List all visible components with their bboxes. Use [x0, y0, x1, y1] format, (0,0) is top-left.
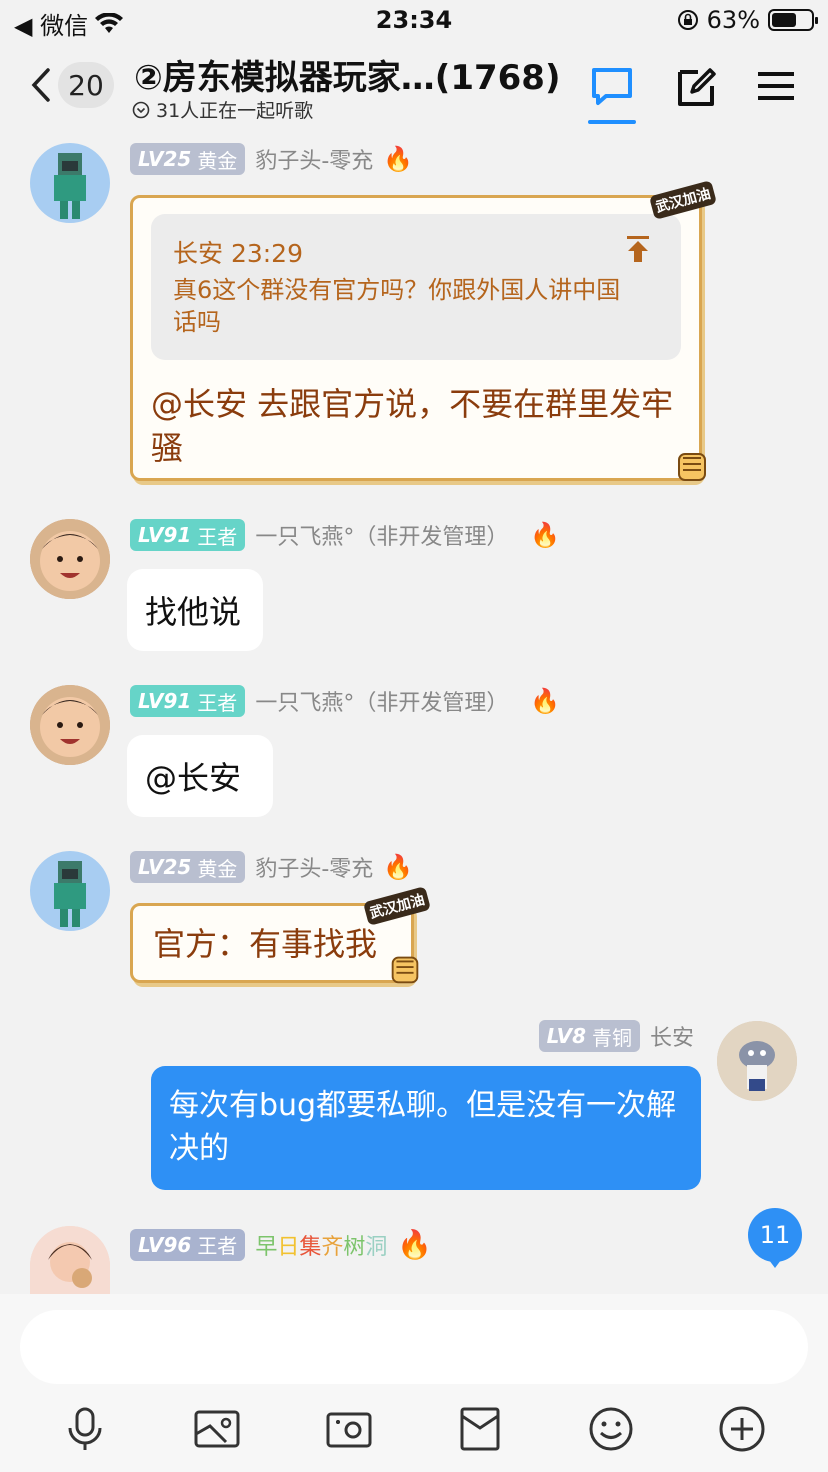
quote-text: 真6这个群没有官方吗？你跟外国人讲中国话吗 — [173, 276, 621, 336]
sender-meta: LV25 黄金 豹子头-零充 🔥 — [130, 851, 413, 883]
rank-text: 黄金 — [197, 148, 238, 173]
jump-to-quote-icon[interactable] — [623, 234, 653, 264]
status-bar: ◀ 微信 23:34 63% — [0, 0, 828, 42]
battery-fill — [772, 13, 796, 27]
level-badge: LV91 王者 — [130, 685, 246, 717]
unread-back-count: 20 — [58, 62, 114, 108]
sender-name-char: 洞 — [365, 1234, 388, 1260]
rank-text: 黄金 — [197, 856, 238, 881]
avatar[interactable] — [30, 1226, 110, 1294]
fire-icon: 🔥 — [397, 1228, 433, 1261]
sender-name[interactable]: 豹子头-零充 — [255, 143, 373, 175]
fist-sticker-icon — [391, 956, 419, 984]
message-text: 找他说 — [145, 593, 242, 631]
message-bubble[interactable]: @长安 — [127, 735, 273, 817]
menu-icon[interactable] — [752, 62, 800, 110]
sender-name[interactable]: 一只飞燕°（非开发管理） — [255, 519, 508, 551]
sender-name-colorful[interactable]: 早日集齐树洞 — [255, 1229, 387, 1261]
listening-status[interactable]: 31人正在一起听歌 — [132, 96, 313, 123]
sender-meta: LV96 王者 早日集齐树洞 🔥 — [130, 1228, 432, 1261]
level-text: LV91 — [138, 689, 192, 713]
rank-text: 王者 — [197, 524, 238, 549]
sender-meta: LV25 黄金 豹子头-零充 🔥 — [130, 143, 413, 175]
camera-icon[interactable] — [324, 1404, 374, 1454]
level-text: LV91 — [138, 523, 192, 547]
quoted-message[interactable]: 长安 23:29 真6这个群没有官方吗？你跟外国人讲中国话吗 — [151, 214, 681, 360]
message-text: @长安 — [145, 759, 242, 797]
sender-name-char: 集 — [299, 1234, 322, 1260]
active-tab-indicator — [588, 120, 636, 124]
level-badge: LV96 王者 — [130, 1228, 246, 1261]
fire-icon: 🔥 — [383, 145, 414, 173]
group-title[interactable]: ②房东模拟器玩家…(1768) — [134, 50, 561, 99]
rank-text: 王者 — [197, 1234, 238, 1258]
fire-icon: 🔥 — [530, 687, 561, 715]
chevron-left-icon — [31, 68, 50, 102]
avatar[interactable] — [30, 851, 110, 931]
chevron-circle-icon — [132, 101, 150, 118]
level-text: LV96 — [138, 1232, 192, 1257]
message-bubble[interactable]: 找他说 — [127, 569, 263, 651]
sender-name[interactable]: 长安 — [650, 1020, 694, 1052]
edit-icon[interactable] — [672, 62, 720, 110]
level-text: LV25 — [138, 147, 192, 171]
unread-messages-badge[interactable]: 11 — [748, 1208, 802, 1268]
message-text: 每次有bug都要私聊。但是没有一次解决的 — [169, 1088, 677, 1166]
message-bubble-reply[interactable]: 长安 23:29 真6这个群没有官方吗？你跟外国人讲中国话吗 @长安 去跟官方说… — [130, 180, 718, 481]
baby-avatar-icon — [30, 685, 110, 765]
avatar[interactable] — [30, 685, 110, 765]
sticker-label: 武汉加油 — [648, 180, 718, 220]
chat-bubble-icon[interactable] — [588, 62, 636, 110]
sender-name[interactable]: 一只飞燕°（非开发管理） — [255, 685, 508, 717]
level-badge: LV25 黄金 — [130, 143, 246, 175]
message-text: 官方：有事找我 — [153, 925, 378, 963]
level-badge: LV91 王者 — [130, 519, 246, 551]
back-button[interactable]: 20 — [30, 62, 122, 108]
quote-author-time: 长安 23:29 — [173, 239, 303, 268]
fire-icon: 🔥 — [530, 521, 561, 549]
avatar[interactable] — [30, 143, 110, 223]
plus-icon[interactable] — [717, 1404, 767, 1454]
fire-icon: 🔥 — [383, 853, 414, 881]
battery-icon — [768, 9, 818, 31]
message-bubble-sticker[interactable]: 官方：有事找我 武汉加油 — [130, 886, 432, 984]
sender-name-char: 齐 — [321, 1234, 344, 1260]
microphone-icon[interactable] — [60, 1404, 110, 1454]
battery-percent: 63% — [706, 6, 760, 34]
sender-name-char: 日 — [277, 1234, 300, 1260]
cartoon-cat-avatar-icon — [717, 1021, 797, 1101]
girl-avatar-icon — [30, 1226, 110, 1294]
avatar[interactable] — [30, 519, 110, 599]
message-bubble-own[interactable]: 每次有bug都要私聊。但是没有一次解决的 — [151, 1066, 701, 1190]
sender-meta: LV8 青铜 长安 — [538, 1020, 694, 1052]
minecraft-avatar-icon — [54, 153, 86, 219]
listening-text: 31人正在一起听歌 — [156, 100, 314, 122]
level-text: LV25 — [138, 855, 192, 879]
emoji-icon[interactable] — [586, 1404, 636, 1454]
sticker-label: 武汉加油 — [362, 886, 432, 926]
sender-meta: LV91 王者 一只飞燕°（非开发管理） 🔥 — [130, 519, 560, 551]
sender-name-char: 树 — [343, 1234, 366, 1260]
sender-name[interactable]: 豹子头-零充 — [255, 851, 373, 883]
level-badge: LV8 青铜 — [538, 1020, 640, 1052]
avatar[interactable] — [717, 1021, 797, 1101]
chat-header: 20 ②房东模拟器玩家…(1768) 31人正在一起听歌 — [0, 42, 828, 128]
minecraft-avatar-icon — [54, 861, 86, 927]
message-text: @长安 去跟官方说，不要在群里发牢骚 — [151, 385, 674, 467]
fist-sticker-icon — [678, 453, 706, 481]
red-packet-icon[interactable] — [455, 1404, 505, 1454]
sender-meta: LV91 王者 一只飞燕°（非开发管理） 🔥 — [130, 685, 560, 717]
level-text: LV8 — [546, 1024, 586, 1048]
rank-text: 王者 — [197, 690, 238, 715]
level-badge: LV25 黄金 — [130, 851, 246, 883]
message-input[interactable] — [20, 1310, 808, 1384]
rank-text: 青铜 — [591, 1025, 632, 1050]
input-area — [0, 1294, 828, 1472]
baby-avatar-icon — [30, 519, 110, 599]
sender-name-char: 早 — [255, 1234, 278, 1260]
orientation-lock-icon — [677, 10, 698, 30]
status-right: 63% — [677, 6, 818, 34]
image-icon[interactable] — [192, 1404, 242, 1454]
